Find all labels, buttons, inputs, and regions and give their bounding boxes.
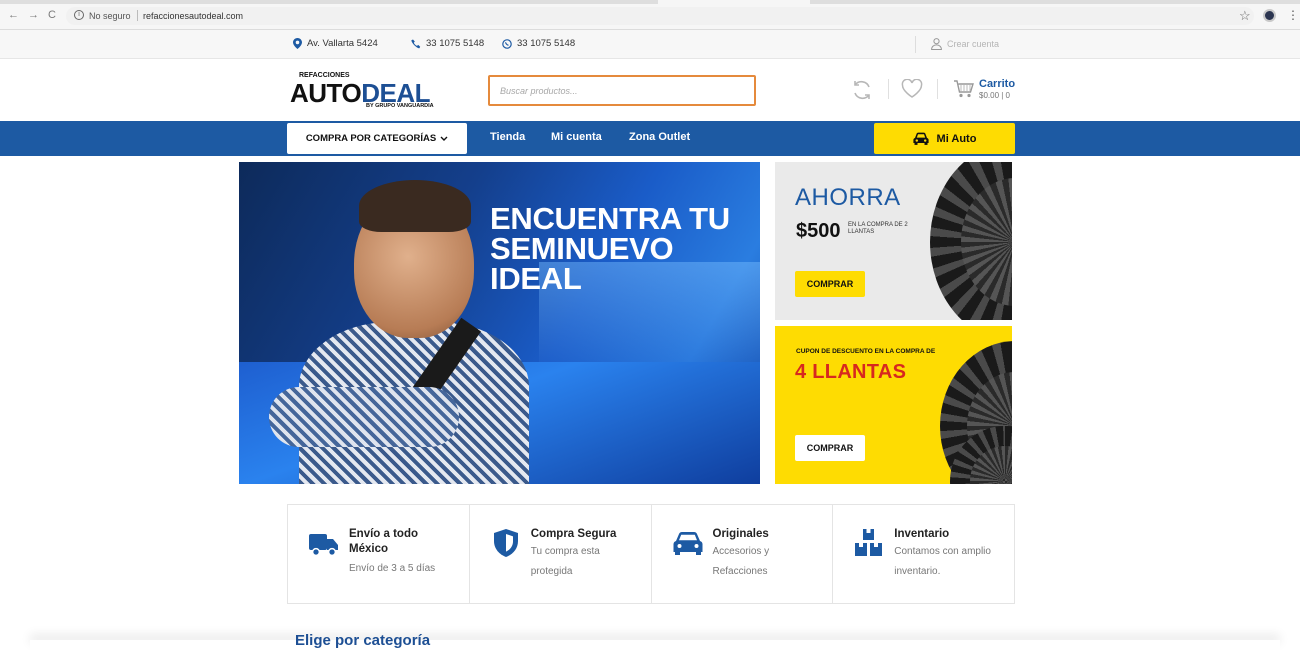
nav-link-tienda[interactable]: Tienda: [490, 131, 525, 143]
feature-envio: Envío a todo México Envío de 3 a 5 días: [288, 505, 470, 603]
car-front-icon: [673, 532, 702, 555]
main-navbar: COMPRA POR CATEGORÍAS Tienda Mi cuenta Z…: [0, 121, 1300, 156]
hero-banner[interactable]: ENCUENTRA TU SEMINUEVO IDEAL: [239, 162, 760, 484]
logo-subtitle: BY GRUPO VANGUARDIA: [366, 103, 434, 109]
whatsapp-icon: [502, 38, 512, 49]
truck-icon: [309, 534, 338, 557]
bookmark-star-icon[interactable]: ☆: [1239, 8, 1251, 24]
feature-compra-segura: Compra Segura Tu compra esta protegida: [470, 505, 652, 603]
tab-strip: [0, 0, 1300, 4]
address-text: Av. Vallarta 5424: [307, 38, 378, 49]
search-input[interactable]: [488, 75, 756, 106]
compare-icon[interactable]: [851, 79, 873, 101]
address-divider: [137, 10, 138, 21]
nav-link-zona-outlet[interactable]: Zona Outlet: [629, 131, 690, 143]
phone-icon: [411, 39, 421, 48]
user-icon: [931, 38, 942, 50]
feature-desc: Envío de 3 a 5 días: [349, 563, 436, 574]
whatsapp-text: 33 1075 5148: [517, 38, 576, 49]
cart-icon[interactable]: [953, 80, 975, 98]
boxes-icon: [855, 529, 883, 556]
back-icon[interactable]: ←: [8, 9, 19, 21]
promo-price-note: EN LA COMPRA DE 2 LLANTAS: [848, 222, 908, 235]
feature-title: Originales: [712, 528, 769, 540]
topbar-divider: [915, 36, 916, 53]
phone-text: 33 1075 5148: [426, 38, 485, 49]
feature-desc: Contamos con amplio inventario.: [894, 546, 991, 577]
info-icon[interactable]: i: [74, 10, 84, 20]
comprar-button[interactable]: COMPRAR: [795, 435, 865, 461]
hero-headline: ENCUENTRA TU SEMINUEVO IDEAL: [490, 201, 730, 296]
hero-person-arm: [269, 387, 459, 447]
address-bar[interactable]: [66, 7, 1254, 25]
browser-chrome: ← → C i No seguro refaccionesautodeal.co…: [0, 0, 1300, 30]
feature-desc: Tu compra esta protegida: [530, 546, 600, 577]
active-tab[interactable]: [658, 0, 810, 4]
header-divider: [937, 79, 938, 99]
feature-title: Compra Segura: [530, 528, 617, 540]
cart-total: $0.00 | 0: [979, 91, 1010, 100]
browser-menu-icon[interactable]: ⋮: [1287, 8, 1299, 22]
chevron-down-icon: [440, 136, 448, 141]
forward-icon[interactable]: →: [28, 9, 39, 21]
categories-dropdown-button[interactable]: COMPRA POR CATEGORÍAS: [287, 123, 467, 154]
section-title: Elige por categoría: [295, 632, 431, 649]
location-pin-icon: [293, 38, 302, 49]
site-header: REFACCIONES AUTODEAL BY GRUPO VANGUARDIA…: [0, 59, 1300, 121]
promo-banner-llantas[interactable]: CUPON DE DESCUENTO EN LA COMPRA DE 4 LLA…: [775, 326, 1012, 484]
section-shadow: [30, 640, 1280, 650]
phone-info[interactable]: 33 1075 5148: [411, 38, 484, 49]
car-icon: [912, 132, 929, 145]
create-account-link[interactable]: Crear cuenta: [931, 38, 999, 50]
top-info-bar: Av. Vallarta 5424 33 1075 5148 33 1075 5…: [0, 30, 1300, 59]
nav-link-mi-cuenta[interactable]: Mi cuenta: [551, 131, 602, 143]
features-strip: Envío a todo México Envío de 3 a 5 días …: [287, 504, 1015, 604]
security-label: No seguro: [89, 11, 131, 21]
promo-banner-ahorra[interactable]: AHORRA $500 EN LA COMPRA DE 2 LLANTAS CO…: [775, 162, 1012, 320]
hero-person-hair: [359, 180, 471, 232]
reload-icon[interactable]: C: [48, 9, 56, 21]
create-account-label: Crear cuenta: [947, 39, 1000, 49]
tire-image: [930, 162, 1012, 320]
header-divider: [888, 79, 889, 99]
mi-auto-label: Mi Auto: [936, 132, 977, 145]
categories-label: COMPRA POR CATEGORÍAS: [305, 133, 437, 144]
autodeal-logo[interactable]: REFACCIONES AUTODEAL BY GRUPO VANGUARDIA: [290, 72, 440, 112]
feature-desc: Accesorios y Refacciones: [712, 546, 770, 577]
shield-icon: [493, 529, 518, 557]
promo-coupon-kicker: CUPON DE DESCUENTO EN LA COMPRA DE: [796, 348, 936, 355]
feature-title: Inventario: [894, 528, 950, 540]
address-info: Av. Vallarta 5424: [293, 38, 378, 49]
profile-avatar[interactable]: [1263, 9, 1276, 22]
feature-originales: Originales Accesorios y Refacciones: [652, 505, 834, 603]
logo-auto: AUTO: [290, 78, 362, 108]
feature-inventario: Inventario Contamos con amplio inventari…: [833, 505, 1014, 603]
promo-llantas-title: 4 LLANTAS: [795, 361, 907, 383]
promo-price: $500: [796, 220, 841, 242]
feature-title: Envío a todo México: [349, 528, 418, 555]
heart-icon[interactable]: [901, 79, 923, 99]
cart-label[interactable]: Carrito: [979, 78, 1015, 90]
whatsapp-info[interactable]: 33 1075 5148: [502, 38, 575, 49]
promo-ahorra-title: AHORRA: [795, 184, 901, 211]
comprar-button[interactable]: COMPRAR: [795, 271, 865, 297]
url-text[interactable]: refaccionesautodeal.com: [143, 11, 243, 21]
mi-auto-button[interactable]: Mi Auto: [874, 123, 1015, 154]
